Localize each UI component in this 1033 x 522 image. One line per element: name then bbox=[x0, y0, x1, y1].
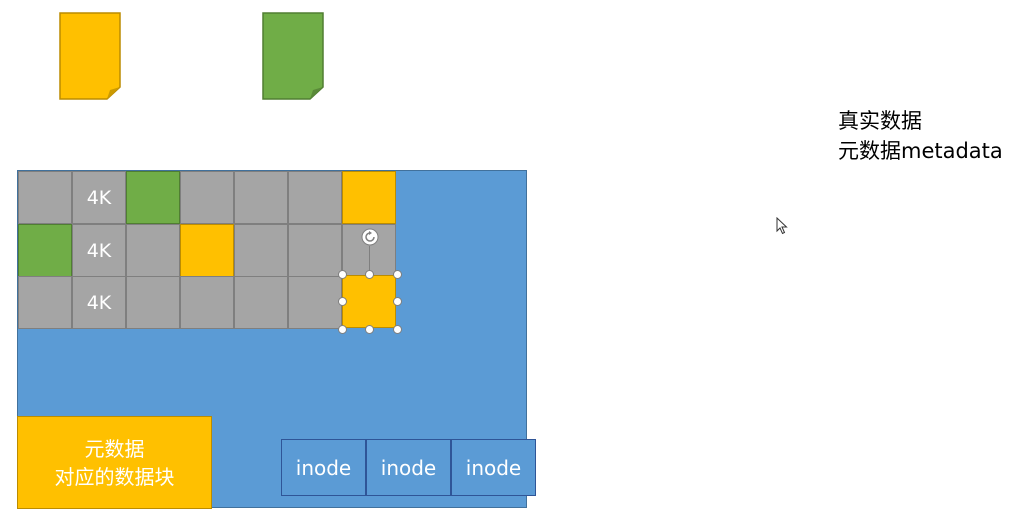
block bbox=[288, 171, 342, 224]
block bbox=[18, 276, 72, 329]
green-data-block bbox=[126, 171, 180, 224]
resize-handle[interactable] bbox=[393, 297, 402, 306]
resize-handle[interactable] bbox=[393, 270, 402, 279]
resize-handle[interactable] bbox=[338, 297, 347, 306]
block-4k-label: 4K bbox=[72, 276, 126, 329]
legend-metadata: 元数据metadata bbox=[838, 139, 1003, 163]
resize-handle[interactable] bbox=[365, 325, 374, 334]
legend: 真实数据 元数据metadata bbox=[838, 106, 1003, 166]
resize-handle[interactable] bbox=[393, 325, 402, 334]
metadata-block-line2: 对应的数据块 bbox=[54, 464, 175, 489]
rotate-handle-icon[interactable] bbox=[361, 228, 379, 246]
block bbox=[234, 171, 288, 224]
block bbox=[180, 171, 234, 224]
yellow-document-icon bbox=[59, 12, 121, 100]
inode-box: inode bbox=[451, 439, 536, 496]
yellow-data-block bbox=[342, 171, 396, 224]
green-document-icon bbox=[262, 12, 324, 100]
block bbox=[288, 276, 342, 329]
block bbox=[234, 276, 288, 329]
block bbox=[180, 276, 234, 329]
yellow-data-block bbox=[180, 224, 234, 277]
metadata-block-line1: 元数据 bbox=[84, 436, 145, 461]
block bbox=[288, 224, 342, 277]
resize-handle[interactable] bbox=[338, 325, 347, 334]
block bbox=[126, 224, 180, 277]
block bbox=[126, 276, 180, 329]
block-4k-label: 4K bbox=[72, 171, 126, 224]
block-4k-label: 4K bbox=[72, 224, 126, 277]
resize-handle[interactable] bbox=[365, 270, 374, 279]
inode-box: inode bbox=[366, 439, 451, 496]
block bbox=[234, 224, 288, 277]
selected-yellow-block[interactable] bbox=[342, 275, 396, 328]
mouse-cursor-icon bbox=[776, 217, 788, 235]
legend-real-data: 真实数据 bbox=[838, 109, 922, 133]
inode-box: inode bbox=[281, 439, 366, 496]
green-data-block bbox=[18, 224, 72, 277]
metadata-data-block: 元数据 对应的数据块 bbox=[17, 416, 212, 509]
resize-handle[interactable] bbox=[338, 270, 347, 279]
block bbox=[18, 171, 72, 224]
